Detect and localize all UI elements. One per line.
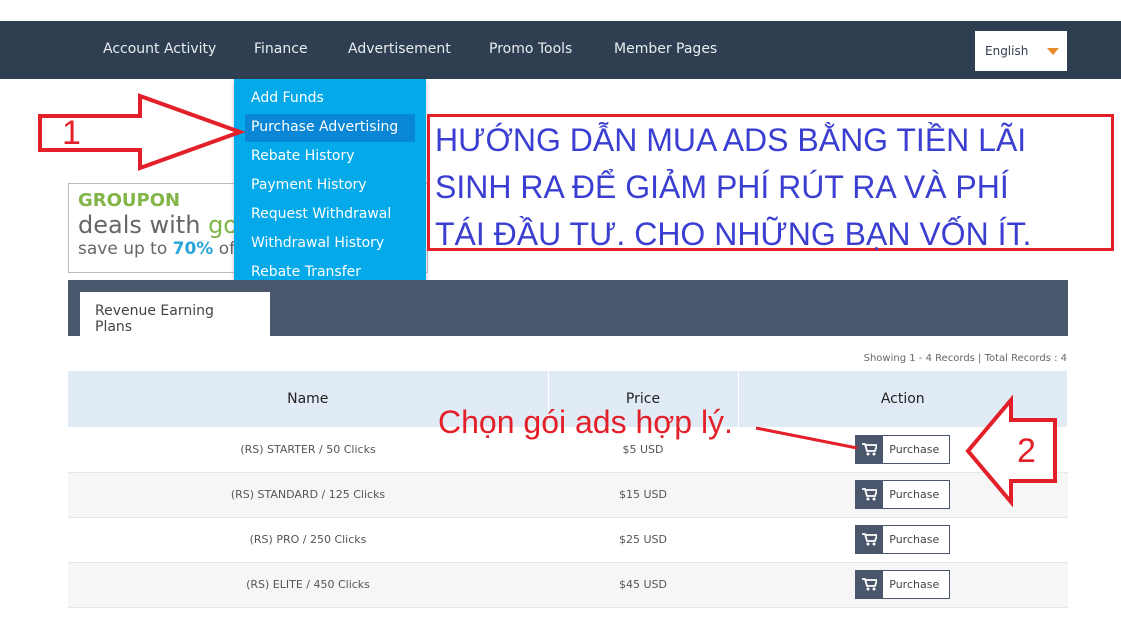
instruction-box: HƯỚNG DẪN MUA ADS BẰNG TIỀN LÃI SINH RA … (427, 114, 1114, 252)
step-1-label: 1 (62, 114, 81, 152)
pointer-line (755, 426, 858, 450)
instruction-line: SINH RA ĐỂ GIẢM PHÍ RÚT RA VÀ PHÍ (435, 169, 1009, 205)
annotation-arrows (38, 93, 1057, 508)
step-2-label: 2 (1017, 432, 1036, 470)
instruction-line: TÁI ĐẦU TƯ. CHO NHỮNG BẠN VỐN ÍT. (435, 216, 1032, 252)
instruction-line: HƯỚNG DẪN MUA ADS BẰNG TIỀN LÃI (435, 122, 1027, 158)
choose-plan-note: Chọn gói ads hợp lý. (438, 404, 733, 440)
arrow-left-2 (965, 394, 1057, 508)
